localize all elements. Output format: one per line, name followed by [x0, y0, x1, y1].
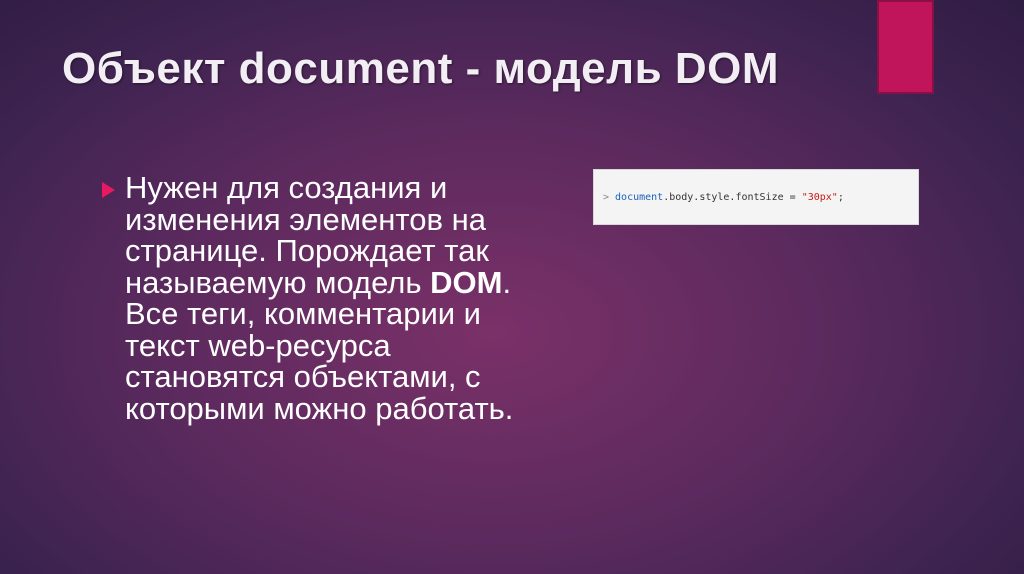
triangle-bullet-icon	[102, 182, 115, 198]
bullet-text: Нужен для создания и изменения элементов…	[125, 172, 522, 424]
slide: { "slide": { "title": "Объект document -…	[0, 0, 1024, 574]
bullet-bold-term: DOM	[430, 264, 503, 300]
console-string-value: "30px"	[801, 191, 838, 203]
slide-title: Объект document - модель DOM	[62, 44, 780, 93]
console-prompt-icon: >	[603, 191, 610, 203]
console-object: document	[615, 191, 664, 203]
console-snippet: > document .body.style.fontSize = "30px";	[593, 169, 919, 225]
console-terminator: ;	[837, 191, 844, 203]
bullet-item: Нужен для создания и изменения элементов…	[102, 172, 522, 424]
console-expression: .body.style.fontSize =	[663, 191, 802, 203]
accent-bar	[877, 0, 934, 94]
